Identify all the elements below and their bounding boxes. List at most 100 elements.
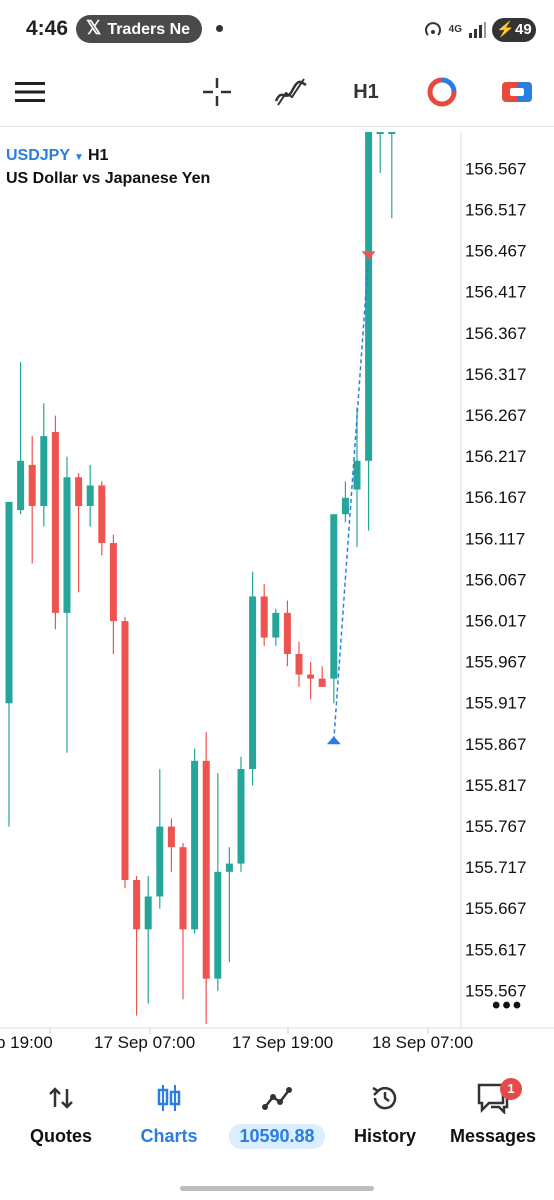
notification-dot-icon bbox=[216, 25, 223, 32]
symbol-description: US Dollar vs Japanese Yen bbox=[6, 170, 211, 187]
nav-quotes-label: Quotes bbox=[29, 1126, 92, 1146]
candlestick-chart[interactable]: 156.567 156.517 156.467 156.417 156.367 156.3… bbox=[0, 132, 554, 1060]
candle-body bbox=[191, 760, 199, 930]
candle-body bbox=[376, 132, 384, 134]
menu-button[interactable] bbox=[14, 74, 46, 110]
status-bar: 4:46 𝕏 Traders Ne 4G ⚡49 bbox=[0, 0, 554, 58]
crosshair-button[interactable] bbox=[200, 74, 234, 110]
candle-body bbox=[51, 432, 59, 613]
crosshair-icon bbox=[203, 78, 231, 106]
trade-line-icon bbox=[262, 1087, 292, 1110]
candle-body bbox=[167, 826, 175, 848]
sell-arrow-icon bbox=[361, 251, 376, 260]
y-axis-label: 155.617 bbox=[465, 940, 526, 959]
indicators-button[interactable] bbox=[273, 74, 309, 110]
y-axis-label: 156.217 bbox=[465, 447, 526, 466]
candle-body bbox=[28, 464, 36, 507]
candle-body bbox=[330, 514, 338, 679]
nav-charts-label: Charts bbox=[140, 1126, 198, 1146]
candle-body bbox=[249, 596, 257, 770]
buy-arrow-icon bbox=[326, 736, 341, 745]
y-axis-label: 155.967 bbox=[465, 653, 526, 672]
candles-icon bbox=[157, 1085, 181, 1111]
candle-body bbox=[144, 896, 152, 930]
candle-body bbox=[75, 477, 83, 507]
y-axis-label: 156.167 bbox=[465, 488, 526, 507]
candle-body bbox=[272, 612, 280, 638]
history-icon bbox=[372, 1086, 397, 1110]
x-axis-label: 17 Sep 07:00 bbox=[94, 1033, 195, 1052]
chart-symbol-header[interactable]: USDJPY ▼ H1 bbox=[6, 147, 108, 165]
status-time: 4:46 bbox=[26, 17, 69, 40]
candle-body bbox=[121, 621, 129, 881]
candle-body bbox=[318, 678, 326, 687]
y-axis-label: 156.517 bbox=[465, 200, 526, 219]
x-axis-label: 18 Sep 07:00 bbox=[372, 1033, 473, 1052]
symbol-timeframe: H1 bbox=[87, 147, 109, 164]
objects-icon bbox=[427, 77, 457, 107]
y-axis-label: 155.717 bbox=[465, 858, 526, 877]
timeframe-button[interactable]: H1 bbox=[348, 74, 384, 110]
more-options-icon[interactable]: ••• bbox=[492, 992, 523, 1020]
candle-body bbox=[133, 880, 141, 930]
objects-button[interactable] bbox=[424, 74, 460, 110]
battery-indicator: ⚡49 bbox=[492, 18, 536, 42]
candle-body bbox=[353, 460, 361, 490]
trade-button[interactable] bbox=[500, 74, 534, 110]
candle-body bbox=[17, 460, 25, 511]
nav-quotes[interactable]: Quotes bbox=[6, 1080, 116, 1160]
timeframe-label: H1 bbox=[353, 80, 379, 103]
nav-trade[interactable]: 10590.88 bbox=[222, 1080, 332, 1160]
candle-body bbox=[260, 596, 268, 638]
hamburger-icon bbox=[15, 82, 45, 102]
candle-body bbox=[179, 847, 187, 930]
bottom-navigation: Quotes Charts 10590.88 History 1 Message… bbox=[0, 1068, 554, 1168]
candle-body bbox=[388, 132, 396, 134]
nav-charts[interactable]: Charts bbox=[114, 1080, 224, 1160]
candle-body bbox=[98, 485, 106, 544]
x-axis-label: 17 Sep 19:00 bbox=[232, 1033, 333, 1052]
hotspot-icon bbox=[424, 22, 441, 36]
y-axis-label: 156.017 bbox=[465, 611, 526, 630]
symbol-name[interactable]: USDJPY bbox=[6, 147, 70, 164]
chart-area[interactable]: 156.567 156.517 156.467 156.417 156.367 156.3… bbox=[0, 132, 554, 1060]
candle-body bbox=[214, 871, 222, 979]
account-balance: 10590.88 bbox=[229, 1124, 325, 1149]
y-axis-label: 156.267 bbox=[465, 406, 526, 425]
candle-body bbox=[307, 674, 315, 679]
y-axis-label: 156.067 bbox=[465, 570, 526, 589]
candle-body bbox=[156, 826, 164, 897]
candle-body bbox=[237, 769, 245, 864]
signal-icon bbox=[469, 22, 486, 38]
y-axis-label: 156.367 bbox=[465, 324, 526, 343]
nav-messages[interactable]: 1 Messages bbox=[438, 1078, 548, 1160]
nav-history-label: History bbox=[353, 1126, 416, 1146]
network-type: 4G bbox=[448, 24, 462, 35]
candle-body bbox=[283, 612, 291, 654]
y-axis-label: 156.467 bbox=[465, 242, 526, 261]
y-axis-label: 156.567 bbox=[465, 159, 526, 178]
candle-body bbox=[5, 501, 13, 704]
chart-toolbar: H1 bbox=[0, 60, 554, 127]
candle-body bbox=[40, 436, 48, 507]
y-axis-label: 155.867 bbox=[465, 735, 526, 754]
notification-pill[interactable]: 𝕏 Traders Ne bbox=[76, 15, 202, 43]
candle-body bbox=[63, 477, 71, 613]
symbol-dropdown-icon[interactable]: ▼ bbox=[74, 152, 84, 163]
indicators-icon bbox=[274, 78, 307, 106]
candle-body bbox=[109, 543, 117, 622]
home-indicator[interactable] bbox=[180, 1186, 374, 1191]
candle-body bbox=[202, 760, 210, 979]
messages-badge: 1 bbox=[500, 1078, 522, 1100]
candle-body bbox=[365, 132, 373, 461]
y-axis-label: 155.667 bbox=[465, 899, 526, 918]
y-axis-label: 155.767 bbox=[465, 817, 526, 836]
x-axis-label: p 19:00 bbox=[0, 1033, 53, 1052]
nav-history[interactable]: History bbox=[330, 1080, 440, 1160]
candle-body bbox=[295, 653, 303, 675]
trade-icon bbox=[502, 82, 532, 102]
y-axis-label: 156.417 bbox=[465, 283, 526, 302]
sort-arrows-icon bbox=[49, 1087, 73, 1109]
y-axis-label: 155.817 bbox=[465, 776, 526, 795]
nav-messages-label: Messages bbox=[449, 1126, 537, 1146]
